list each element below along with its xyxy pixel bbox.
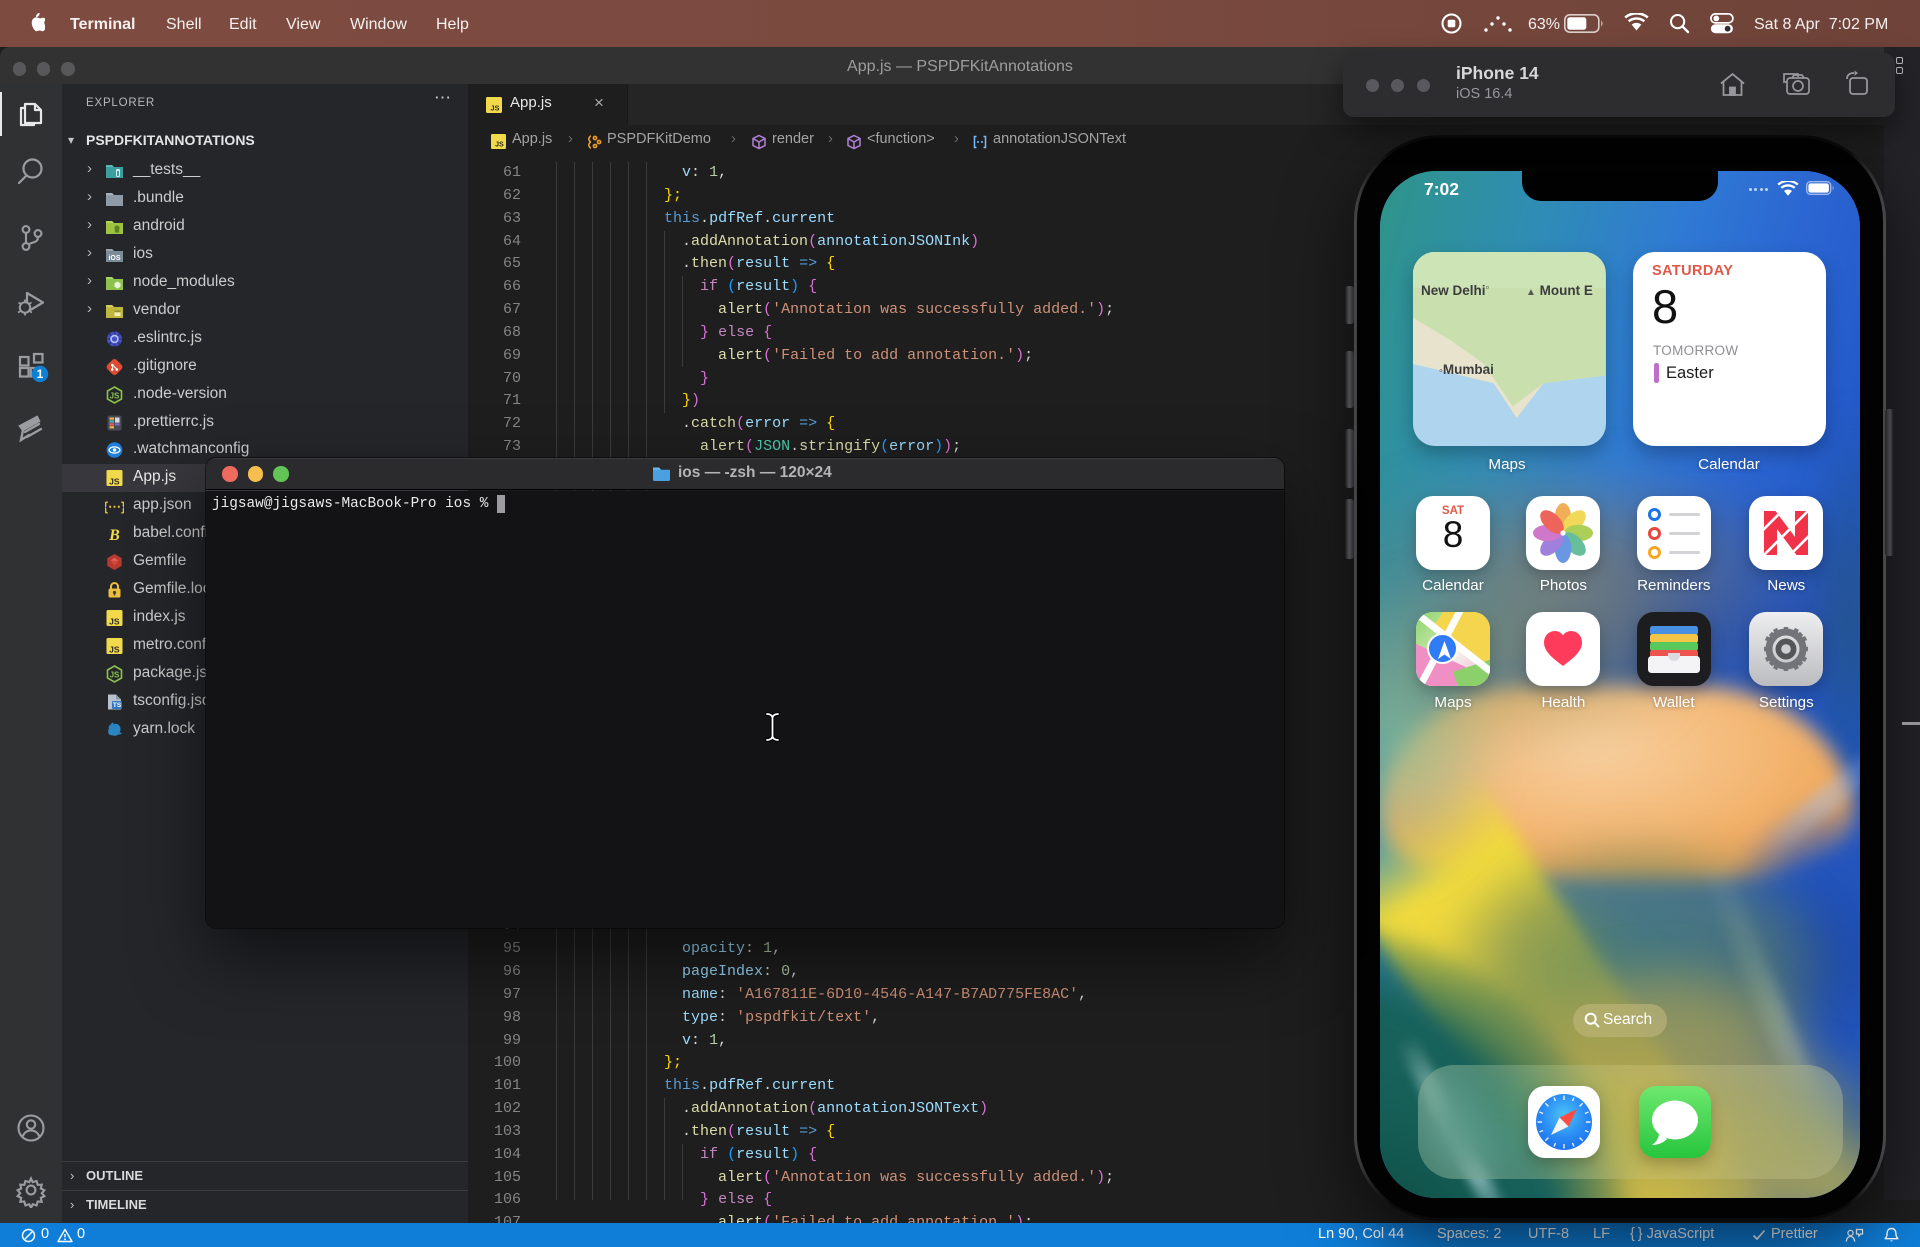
svg-text:JS: JS xyxy=(109,617,120,627)
svg-text:JS: JS xyxy=(495,142,504,149)
svg-text:B: B xyxy=(108,527,120,543)
svg-text:{⋯}: {⋯} xyxy=(105,499,124,514)
svg-text:1: 1 xyxy=(37,367,44,381)
svg-text:iOS: iOS xyxy=(108,255,120,262)
svg-text:JS: JS xyxy=(110,391,120,400)
svg-text:TS: TS xyxy=(113,702,122,709)
svg-text:JS: JS xyxy=(109,477,120,487)
svg-text:JS: JS xyxy=(109,644,120,654)
svg-text:JS: JS xyxy=(490,104,499,113)
svg-text:JS: JS xyxy=(110,670,120,679)
